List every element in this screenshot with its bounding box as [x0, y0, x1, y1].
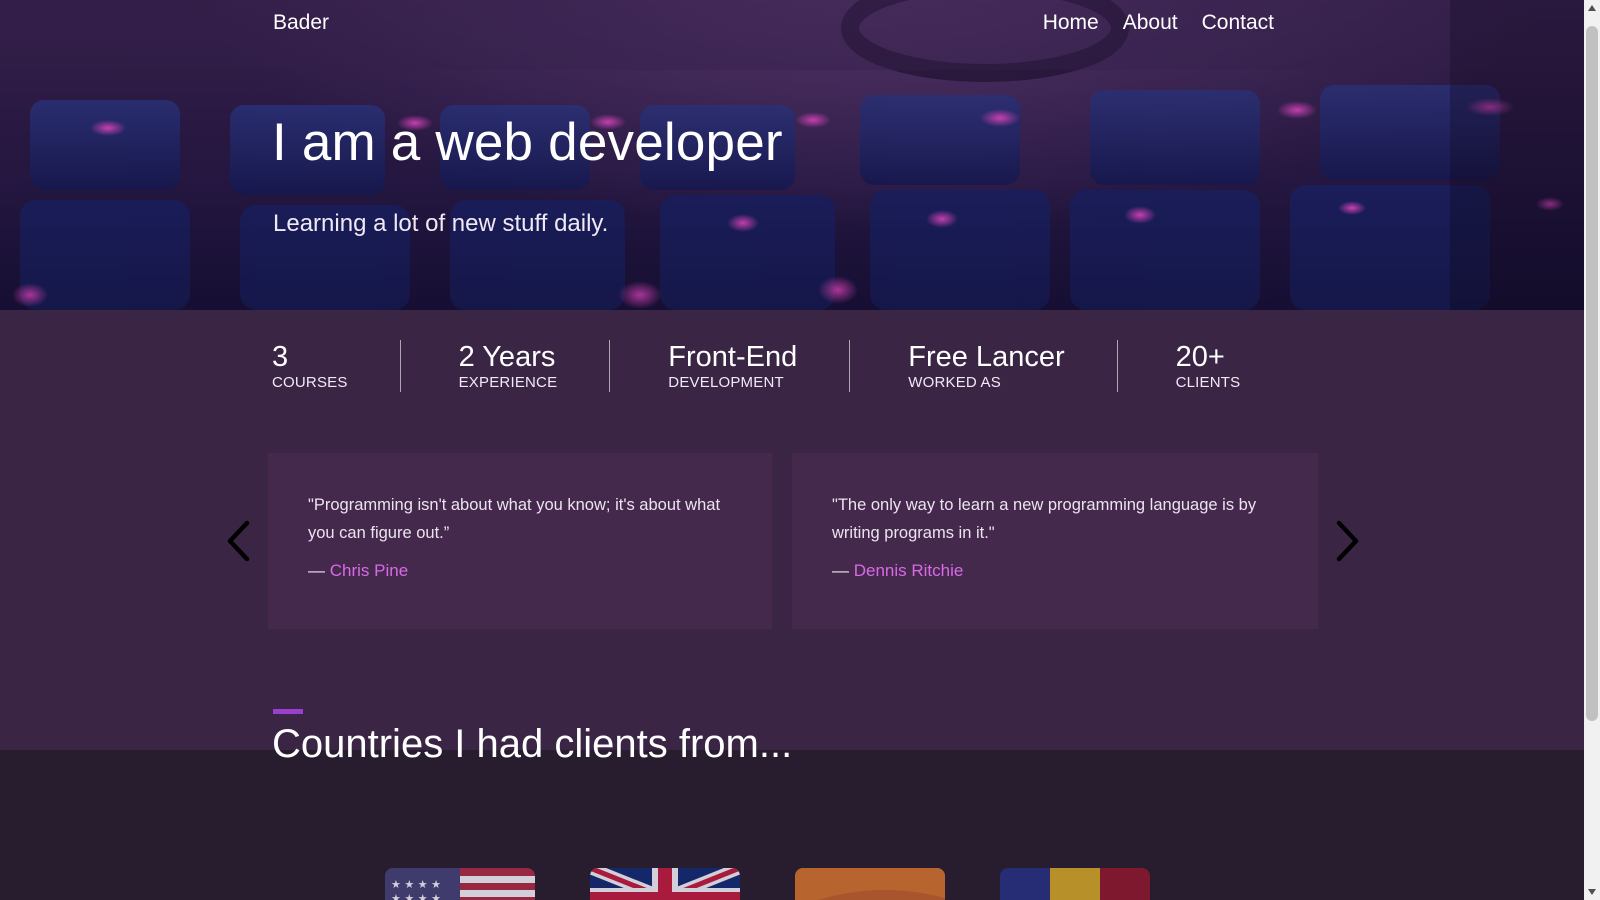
stat-value: 20+ — [1175, 341, 1225, 373]
hero-overlay — [0, 0, 1584, 310]
quote-author-name: Chris Pine — [329, 561, 409, 580]
caret-down-icon — [1588, 889, 1596, 895]
stat-value: 2 Years — [458, 341, 556, 373]
nav-home-link[interactable]: Home — [1043, 11, 1099, 35]
nav-contact-link[interactable]: Contact — [1202, 11, 1274, 35]
main-nav: Home About Contact — [1043, 11, 1274, 35]
quote-text: "Programming isn't about what you know; … — [308, 496, 721, 542]
spain-flag-icon — [795, 868, 945, 900]
hero-title: I am a web developer — [272, 113, 783, 172]
stat-courses: 3 COURSES — [272, 340, 400, 392]
quote-dash: — — [832, 561, 849, 580]
quote-card: "Programming isn't about what you know; … — [268, 453, 772, 629]
quote-author: — Dennis Ritchie — [832, 561, 1278, 581]
carousel-next-button[interactable] — [1335, 520, 1361, 562]
romania-flag-icon — [1000, 868, 1150, 900]
stats-row: 3 COURSES 2 Years EXPERIENCE Front-End D… — [272, 340, 1292, 392]
hero-section: Bader Home About Contact I am a web deve… — [0, 0, 1584, 310]
stat-label: COURSES — [272, 374, 348, 391]
section-accent-bar — [273, 709, 303, 714]
page-scrollbar[interactable] — [1584, 0, 1600, 900]
us-flag-icon: ★ ★ ★ ★ ★ ★ ★ ★ — [385, 868, 535, 900]
page: Bader Home About Contact I am a web deve… — [0, 0, 1584, 900]
stat-value: Front-End — [668, 341, 798, 373]
nav-about-link[interactable]: About — [1123, 11, 1178, 35]
stat-label: DEVELOPMENT — [668, 374, 784, 391]
stat-label: EXPERIENCE — [458, 374, 558, 391]
stat-label: CLIENTS — [1175, 374, 1241, 391]
chevron-right-icon — [1336, 520, 1359, 562]
quote-text: "The only way to learn a new programming… — [832, 496, 1257, 542]
carousel-prev-button[interactable] — [225, 520, 251, 562]
scroll-up-button[interactable] — [1584, 0, 1600, 16]
uk-flag-icon — [590, 868, 740, 900]
brand-logo[interactable]: Bader — [273, 11, 329, 35]
scroll-down-button[interactable] — [1584, 884, 1600, 900]
chevron-left-icon — [227, 520, 250, 562]
countries-section — [0, 750, 1584, 900]
quote-dash: — — [308, 561, 325, 580]
stat-clients: 20+ CLIENTS — [1116, 340, 1293, 392]
stat-development: Front-End DEVELOPMENT — [609, 340, 849, 392]
hero-subtitle: Learning a lot of new stuff daily. — [273, 210, 609, 237]
stat-label: WORKED AS — [908, 374, 1001, 391]
caret-up-icon — [1588, 5, 1596, 11]
stat-value: 3 — [272, 341, 289, 373]
countries-title: Countries I had clients from... — [272, 722, 793, 766]
stat-worked-as: Free Lancer WORKED AS — [849, 340, 1116, 392]
stat-value: Free Lancer — [908, 341, 1065, 373]
quote-author-name: Dennis Ritchie — [853, 561, 964, 580]
quote-card: "The only way to learn a new programming… — [792, 453, 1318, 629]
quote-author: — Chris Pine — [308, 561, 732, 581]
scrollbar-thumb[interactable] — [1586, 26, 1598, 721]
stat-experience: 2 Years EXPERIENCE — [399, 340, 610, 392]
